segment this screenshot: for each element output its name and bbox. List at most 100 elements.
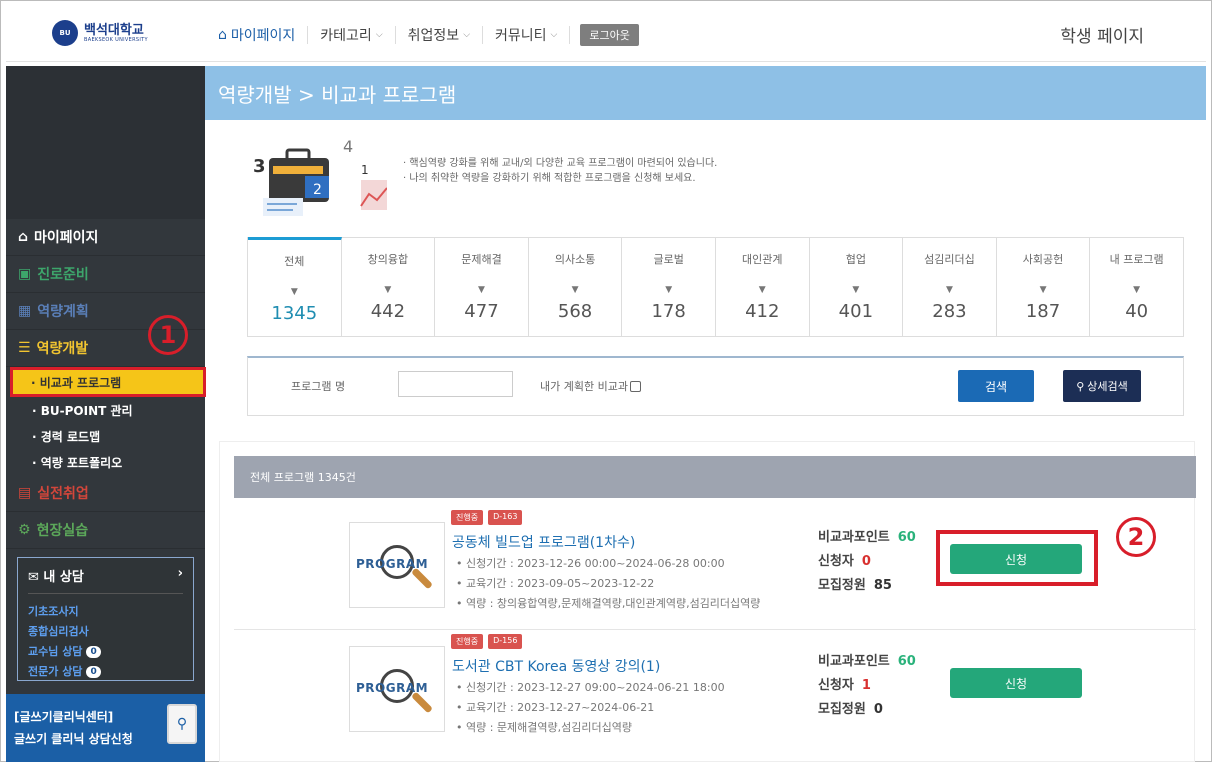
main-nav: ⌂ 마이페이지 카테고리 ⌵ 취업정보 ⌵ 커뮤니티 ⌵ 로그아웃 xyxy=(218,24,639,46)
point-label: 비교과포인트 xyxy=(818,654,890,669)
dday-badge: D-163 xyxy=(488,510,523,525)
sidebar-item-career-prep[interactable]: ▣ 진로준비 xyxy=(6,256,205,293)
point-label: 비교과포인트 xyxy=(818,530,890,545)
career-icon: ▣ xyxy=(18,266,32,282)
student-page-title: 학생 페이지 xyxy=(1060,27,1144,47)
intro-line: · 핵심역량 강화를 위해 교내/외 다양한 교육 프로그램이 마련되어 있습니… xyxy=(403,158,718,169)
competencies: • 역량 : 문제해결역량,섬김리더십역량 xyxy=(456,721,632,734)
applicant-label: 신청자 xyxy=(818,678,854,693)
sidebar-subitem-bu-point[interactable]: · BU-POINT 관리 xyxy=(6,397,205,423)
program-title[interactable]: 공동체 빌드업 프로그램(1차수) xyxy=(452,532,635,552)
tab-global[interactable]: 글로벌 ▼ 178 xyxy=(622,237,716,336)
count-badge: 0 xyxy=(86,666,101,678)
consult-header[interactable]: ✉ 내 상담 › xyxy=(28,566,183,594)
top-bar: BU 백석대학교 BAEKSEOK UNIVERSITY ⌂ 마이페이지 카테고… xyxy=(6,6,1206,62)
edu-period: • 교육기간 : 2023-12-27~2024-06-21 xyxy=(456,701,655,714)
logo-subtext: BAEKSEOK UNIVERSITY xyxy=(84,36,148,43)
program-item: 진행중 D-163 PROGRAM 공동체 빌드업 프로그램(1차수) • 신청… xyxy=(234,510,1196,630)
university-logo[interactable]: BU 백석대학교 BAEKSEOK UNIVERSITY xyxy=(52,20,148,46)
writing-clinic-banner[interactable]: [글쓰기클리닉센터] 글쓰기 클리닉 상담신청 ⚲ xyxy=(6,694,205,762)
chevron-down-icon: ⌵ xyxy=(550,30,558,40)
chevron-down-icon: ⌵ xyxy=(375,30,383,40)
sidebar-subitem-portfolio[interactable]: · 역량 포트폴리오 xyxy=(6,449,205,475)
sidebar-subitem-career-roadmap[interactable]: · 경력 로드맵 xyxy=(6,423,205,449)
consult-panel: ✉ 내 상담 › 기초조사지 종합심리검사 교수님 상담 0 전문가 상담 0 xyxy=(17,557,194,681)
applicant-count: 1 xyxy=(861,678,871,693)
intro-section: 2 3 4 1 · 핵심역량 강화를 위해 교내/외 다양한 교육 프로그램이 … xyxy=(249,136,949,226)
tab-problem-solving[interactable]: 문제해결 ▼ 477 xyxy=(435,237,529,336)
caret-down-icon: ▼ xyxy=(571,285,579,295)
tab-servant-leadership[interactable]: 섬김리더십 ▼ 283 xyxy=(903,237,997,336)
search-panel: 프로그램 명 내가 계획한 비교과 검색 ⚲ 상세검색 xyxy=(247,356,1184,416)
annotation-marker-1: 1 xyxy=(148,315,188,355)
main-content: 역량개발 > 비교과 프로그램 2 3 4 1 · 핵심역량 강화를 위해 교내… xyxy=(205,66,1206,762)
sidebar-item-mypage[interactable]: ⌂ 마이페이지 xyxy=(6,219,205,256)
home-icon: ⌂ xyxy=(218,27,227,43)
chat-icon: ✉ xyxy=(28,570,44,585)
planned-program-checkbox-label[interactable]: 내가 계획한 비교과 xyxy=(540,378,641,394)
point-value: 60 xyxy=(897,654,916,669)
list-icon: ☰ xyxy=(18,340,31,356)
gear-icon: ⚙ xyxy=(18,522,31,538)
tab-my-program[interactable]: 내 프로그램 ▼ 40 xyxy=(1090,237,1183,336)
quota-label: 모집정원 xyxy=(818,702,866,717)
apply-button[interactable]: 신청 xyxy=(950,544,1082,574)
program-thumbnail[interactable]: PROGRAM xyxy=(349,646,445,732)
program-illustration-icon: 2 3 4 1 xyxy=(253,137,387,216)
program-name-label: 프로그램 명 xyxy=(291,380,346,393)
svg-text:4: 4 xyxy=(343,137,353,156)
tab-communication[interactable]: 의사소통 ▼ 568 xyxy=(528,237,623,336)
program-title[interactable]: 도서관 CBT Korea 동영상 강의(1) xyxy=(452,656,660,676)
program-thumbnail[interactable]: PROGRAM xyxy=(349,522,445,608)
caret-down-icon: ▼ xyxy=(290,287,298,297)
chart-icon: ▦ xyxy=(18,303,32,319)
caret-down-icon: ▼ xyxy=(384,285,392,295)
search-button[interactable]: 검색 xyxy=(958,370,1034,402)
consult-link-basic-survey[interactable]: 기초조사지 xyxy=(28,602,183,622)
count-badge: 0 xyxy=(86,646,101,658)
apply-button[interactable]: 신청 xyxy=(950,668,1082,698)
apply-period: • 신청기간 : 2023-12-27 09:00~2024-06-21 18:… xyxy=(456,681,725,694)
svg-text:2: 2 xyxy=(313,182,322,198)
caret-down-icon: ▼ xyxy=(665,285,673,295)
nav-community[interactable]: 커뮤니티 ⌵ xyxy=(483,26,571,44)
program-name-input[interactable] xyxy=(398,371,513,397)
sidebar-item-field-practice[interactable]: ⚙ 현장실습 xyxy=(6,512,205,549)
clipboard-icon: ⚲ xyxy=(167,704,197,744)
sidebar-item-employment[interactable]: ▤ 실전취업 xyxy=(6,475,205,512)
chevron-right-icon: › xyxy=(177,566,183,581)
sidebar-subitem-nonsubject-program[interactable]: · 비교과 프로그램 xyxy=(10,367,206,397)
caret-down-icon: ▼ xyxy=(1133,285,1141,295)
program-list: 전체 프로그램 1345건 진행중 D-163 PROGRAM 공동체 빌드업 … xyxy=(219,441,1196,762)
nav-job-info[interactable]: 취업정보 ⌵ xyxy=(396,26,484,44)
detail-search-button[interactable]: ⚲ 상세검색 xyxy=(1063,370,1141,402)
logo-text: 백석대학교 xyxy=(84,22,144,38)
nav-mypage[interactable]: ⌂ 마이페이지 xyxy=(218,26,309,44)
nav-category[interactable]: 카테고리 ⌵ xyxy=(308,26,396,44)
edu-period: • 교육기간 : 2023-09-05~2023-12-22 xyxy=(456,577,655,590)
svg-text:3: 3 xyxy=(253,156,266,177)
logout-button[interactable]: 로그아웃 xyxy=(580,24,639,46)
tab-all[interactable]: 전체 ▼ 1345 xyxy=(248,237,342,336)
tab-social-contribution[interactable]: 사회공헌 ▼ 187 xyxy=(996,237,1091,336)
quota-value: 85 xyxy=(873,578,892,593)
status-badge: 진행중 xyxy=(451,510,484,525)
tab-creative-fusion[interactable]: 창의융합 ▼ 442 xyxy=(341,237,436,336)
caret-down-icon: ▼ xyxy=(1039,285,1047,295)
consult-link-professor[interactable]: 교수님 상담 0 xyxy=(28,642,183,662)
search-icon: ⚲ xyxy=(1076,379,1085,393)
home-icon: ⌂ xyxy=(18,229,29,245)
caret-down-icon: ▼ xyxy=(478,285,485,295)
competency-tabs: 전체 ▼ 1345 창의융합 ▼ 442 문제해결 ▼ 477 의사소통 ▼ 5… xyxy=(247,237,1184,337)
consult-link-expert[interactable]: 전문가 상담 0 xyxy=(28,662,183,682)
caret-down-icon: ▼ xyxy=(852,285,860,295)
tab-collaboration[interactable]: 협업 ▼ 401 xyxy=(809,237,904,336)
briefcase-icon: ▤ xyxy=(18,485,32,501)
consult-link-psych-test[interactable]: 종합심리검사 xyxy=(28,622,183,642)
caret-down-icon: ▼ xyxy=(758,285,766,295)
planned-program-checkbox[interactable] xyxy=(629,380,641,392)
program-item: 진행중 D-156 PROGRAM 도서관 CBT Korea 동영상 강의(1… xyxy=(234,634,1196,754)
apply-period: • 신청기간 : 2023-12-26 00:00~2024-06-28 00:… xyxy=(456,557,725,570)
quota-label: 모집정원 xyxy=(818,578,866,593)
tab-interpersonal[interactable]: 대인관계 ▼ 412 xyxy=(715,237,810,336)
